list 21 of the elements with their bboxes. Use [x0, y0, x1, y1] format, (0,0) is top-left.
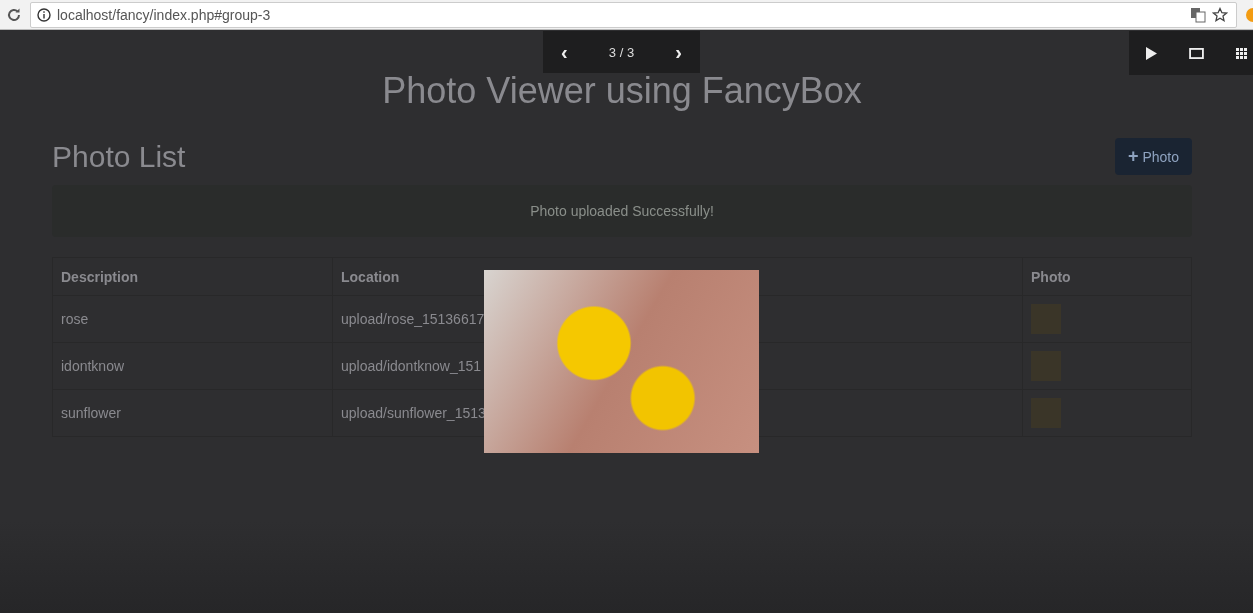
table-cell: rose: [52, 295, 333, 343]
next-button[interactable]: ›: [671, 42, 686, 62]
previous-button[interactable]: ‹: [557, 42, 572, 62]
address-bar[interactable]: localhost/fancy/index.php#group-3: [30, 1, 1237, 28]
page-title: Photo Viewer using FancyBox: [381, 70, 863, 112]
table-cell: sunflower: [52, 389, 333, 437]
column-header: Photo: [1022, 257, 1192, 296]
success-alert: Photo uploaded Successfully!: [52, 185, 1192, 237]
star-icon[interactable]: [1212, 6, 1228, 23]
table-cell: idontknow: [52, 342, 333, 390]
url-text: localhost/fancy/index.php#group-3: [57, 6, 271, 23]
column-header: Description: [52, 257, 333, 296]
translate-icon[interactable]: [1190, 6, 1206, 23]
fullscreen-icon[interactable]: [1189, 47, 1204, 59]
info-icon[interactable]: [37, 7, 51, 22]
image-counter: 3 / 3: [608, 44, 635, 60]
reload-icon[interactable]: [6, 6, 22, 23]
play-icon[interactable]: [1146, 46, 1157, 60]
section-heading: Photo List: [52, 139, 186, 174]
add-photo-button[interactable]: + Photo: [1115, 138, 1192, 175]
grid-icon[interactable]: [1236, 47, 1247, 59]
